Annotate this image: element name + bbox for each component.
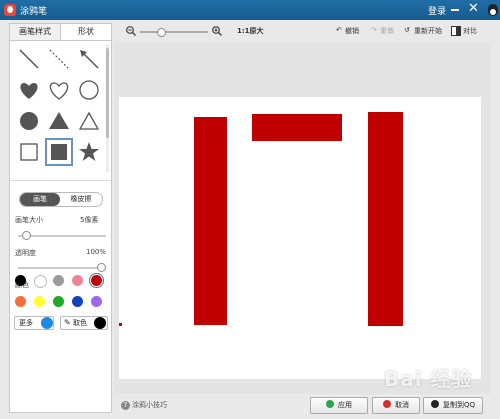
restart-icon[interactable]: ↺ [404, 26, 410, 34]
cancel-button[interactable]: 取消 [372, 397, 420, 414]
color-swatch[interactable] [72, 296, 83, 307]
title-bar: 涂鸦笔 登录 ✕ [0, 0, 500, 20]
cancel-label: 取消 [395, 401, 409, 409]
filled-square-shape-icon[interactable] [45, 138, 73, 166]
actual-size-button[interactable]: 1:1原大 [237, 26, 264, 36]
bottom-bar: ? 涂鸦小技巧 应用 取消 复制到QQ [114, 396, 491, 415]
opacity-knob[interactable] [97, 263, 106, 272]
cancel-icon [383, 400, 391, 408]
drawn-red-rectangle-left [194, 117, 227, 325]
drawn-red-dot [119, 323, 122, 326]
brush-size-value: 5像素 [80, 216, 99, 224]
color-swatch[interactable] [15, 296, 26, 307]
tab-brush-style[interactable]: 画笔样式 [10, 24, 61, 40]
more-colors-label: 更多 [19, 319, 33, 327]
arrow-shape-icon[interactable] [75, 45, 103, 73]
watermark-logo: Bai 经验 [384, 367, 473, 391]
left-panel: 画笔样式 形状 画笔 橡皮擦 画笔大小 5像素 透明度 100% 更多 ✎ 取色 [9, 23, 112, 413]
restart-button[interactable]: 重新开始 [414, 26, 442, 36]
scrollbar-thumb[interactable] [106, 48, 109, 138]
brush-option[interactable]: 画笔 [20, 193, 60, 206]
login-link[interactable]: 登录 [428, 4, 446, 17]
brush-size-knob[interactable] [21, 231, 31, 240]
color-swatch[interactable] [15, 275, 26, 286]
drawn-red-rectangle-top [252, 114, 342, 141]
eraser-option[interactable]: 橡皮擦 [60, 193, 102, 206]
brush-size-slider[interactable] [18, 231, 106, 240]
drawing-canvas[interactable] [119, 97, 481, 379]
brush-eraser-toggle[interactable]: 画笔 橡皮擦 [19, 192, 103, 207]
more-colors-button[interactable]: 更多 [14, 316, 54, 330]
filled-heart-shape-icon[interactable] [15, 76, 43, 104]
apply-button[interactable]: 应用 [310, 397, 368, 414]
color-swatch[interactable] [34, 275, 47, 288]
zoom-out-icon[interactable] [126, 26, 136, 36]
color-swatch[interactable] [34, 296, 45, 307]
eyedropper-icon: ✎ [64, 318, 71, 327]
canvas-area [114, 42, 491, 394]
shape-scrollbar[interactable] [106, 44, 109, 172]
check-icon [326, 400, 334, 408]
tips-label: 涂鸦小技巧 [132, 401, 167, 409]
zoom-slider-knob[interactable] [157, 28, 166, 37]
opacity-value: 100% [86, 248, 107, 256]
qq-penguin-icon [488, 4, 498, 16]
picker-color-swatch [94, 317, 106, 329]
more-colors-swatch [41, 317, 53, 329]
zoom-in-icon[interactable] [212, 26, 222, 36]
color-swatch[interactable] [91, 275, 102, 286]
line-shape-icon[interactable] [15, 45, 43, 73]
compare-icon[interactable] [451, 26, 461, 36]
star-shape-icon[interactable] [75, 138, 103, 166]
outline-square-shape-icon[interactable] [15, 138, 43, 166]
shape-grid [13, 43, 103, 175]
compare-button[interactable]: 对比 [463, 26, 477, 36]
copy-to-qq-label: 复制到QQ [442, 401, 476, 409]
help-icon: ? [121, 401, 130, 410]
outline-triangle-shape-icon[interactable] [75, 107, 103, 135]
redo-button[interactable]: 重做 [380, 26, 394, 36]
color-picker-label: 取色 [73, 319, 87, 327]
color-swatch[interactable] [53, 275, 64, 286]
tab-shape[interactable]: 形状 [61, 24, 111, 40]
window-title: 涂鸦笔 [20, 7, 48, 17]
minimize-icon[interactable] [451, 9, 459, 11]
close-icon[interactable]: ✕ [468, 1, 479, 17]
app-icon [4, 4, 16, 16]
panel-tabs: 画笔样式 形状 [10, 24, 111, 41]
brush-size-label: 画笔大小 [15, 216, 43, 224]
redo-icon[interactable]: ↷ [371, 26, 377, 34]
zoom-slider[interactable] [140, 28, 208, 37]
filled-triangle-shape-icon[interactable] [45, 107, 73, 135]
color-swatch[interactable] [91, 296, 102, 307]
panel-divider [10, 180, 111, 181]
outline-heart-shape-icon[interactable] [45, 76, 73, 104]
qq-icon [430, 400, 439, 408]
opacity-label: 透明度 [15, 249, 36, 257]
copy-to-qq-button[interactable]: 复制到QQ [423, 397, 483, 414]
filled-circle-shape-icon[interactable] [15, 107, 43, 135]
outline-circle-shape-icon[interactable] [75, 76, 103, 104]
tips-link[interactable]: ? 涂鸦小技巧 [121, 400, 167, 410]
color-swatch[interactable] [53, 296, 64, 307]
apply-label: 应用 [338, 401, 352, 409]
undo-icon[interactable]: ↶ [336, 26, 342, 34]
undo-button[interactable]: 撤销 [345, 26, 359, 36]
drawn-red-rectangle-right [368, 112, 403, 326]
opacity-slider[interactable] [18, 263, 106, 272]
color-swatch[interactable] [72, 275, 83, 286]
top-toolbar: 1:1原大 ↶ 撤销 ↷ 重做 ↺ 重新开始 对比 [114, 22, 491, 42]
color-picker-button[interactable]: ✎ 取色 [60, 316, 108, 330]
dashed-line-shape-icon[interactable] [45, 45, 73, 73]
